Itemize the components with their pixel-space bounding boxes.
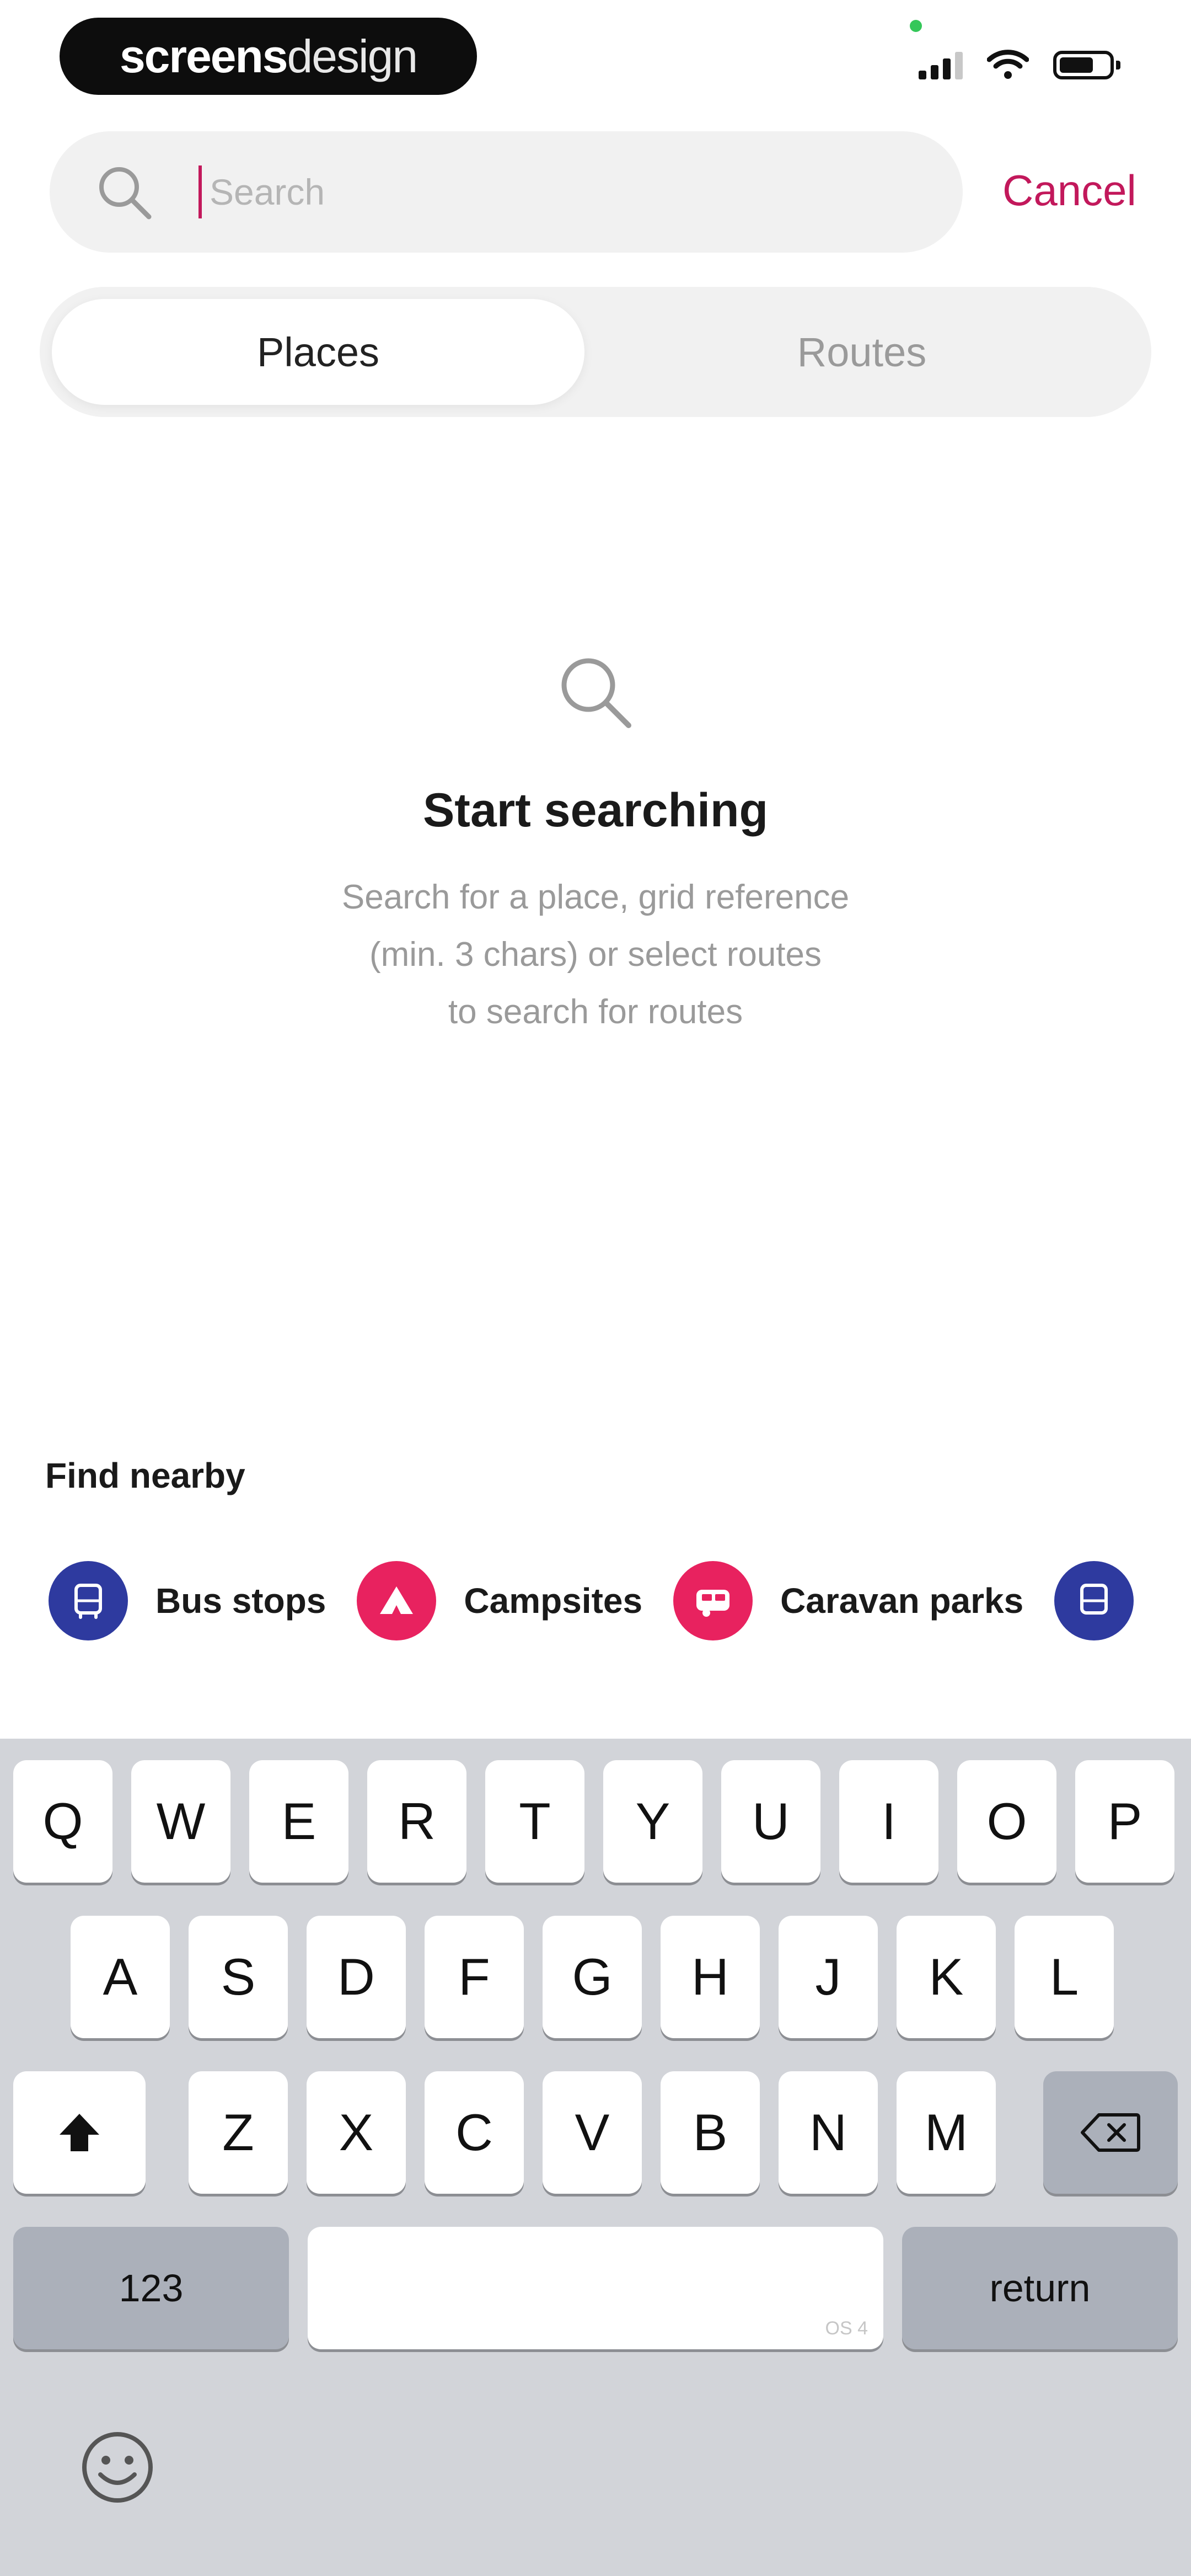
key-t[interactable]: T	[485, 1760, 584, 1883]
search-bar[interactable]	[50, 131, 963, 253]
search-screen: screensdesign Cancel Places Routes	[0, 0, 1191, 2576]
empty-state-line-2: (min. 3 chars) or select routes	[369, 936, 822, 974]
shift-arrow-icon	[60, 2114, 99, 2151]
places-routes-toggle: Places Routes	[40, 287, 1151, 417]
chip-label: Bus stops	[155, 1581, 326, 1621]
find-nearby-heading: Find nearby	[45, 1456, 245, 1495]
chip-more[interactable]	[1054, 1561, 1134, 1640]
battery-icon	[1053, 51, 1120, 79]
tab-routes[interactable]: Routes	[584, 299, 1139, 405]
key-r[interactable]: R	[367, 1760, 466, 1883]
emoji-icon[interactable]	[76, 2426, 159, 2509]
keyboard-row-1: Q W E R T Y U I O P	[0, 1760, 1191, 1883]
key-e[interactable]: E	[249, 1760, 348, 1883]
key-n[interactable]: N	[779, 2071, 878, 2194]
tab-places[interactable]: Places	[52, 299, 584, 405]
key-y[interactable]: Y	[603, 1760, 702, 1883]
chip-label: Caravan parks	[780, 1581, 1024, 1621]
shift-key[interactable]	[13, 2071, 146, 2194]
space-key-hint: OS 4	[825, 2318, 868, 2339]
key-w[interactable]: W	[131, 1760, 230, 1883]
key-h[interactable]: H	[661, 1916, 760, 2038]
empty-state-line-3: to search for routes	[448, 993, 743, 1031]
return-key[interactable]: return	[902, 2227, 1178, 2349]
key-m[interactable]: M	[897, 2071, 996, 2194]
keyboard-row-3: Z X C V B N M	[0, 2071, 1191, 2194]
bus-icon	[49, 1561, 128, 1640]
key-c[interactable]: C	[425, 2071, 524, 2194]
key-z[interactable]: Z	[189, 2071, 288, 2194]
empty-state-line-1: Search for a place, grid reference	[341, 878, 850, 916]
numbers-key[interactable]: 123	[13, 2227, 289, 2349]
keyboard-row-4: 123 OS 4 return	[0, 2227, 1191, 2349]
empty-state: Start searching Search for a place, grid…	[0, 651, 1191, 1041]
wifi-icon	[987, 50, 1029, 79]
screensdesign-logo: screens design	[60, 18, 477, 95]
search-input[interactable]	[210, 171, 871, 213]
magnifier-icon	[561, 658, 631, 728]
key-u[interactable]: U	[721, 1760, 820, 1883]
empty-state-title: Start searching	[422, 784, 769, 837]
backspace-icon	[1081, 2113, 1140, 2152]
space-key[interactable]: OS 4	[308, 2227, 883, 2349]
chip-label: Campsites	[464, 1581, 643, 1621]
chip-caravan-parks[interactable]: Caravan parks	[673, 1561, 1023, 1640]
key-p[interactable]: P	[1075, 1760, 1174, 1883]
key-v[interactable]: V	[543, 2071, 642, 2194]
status-icons	[919, 49, 1120, 79]
chip-campsites[interactable]: Campsites	[357, 1561, 642, 1640]
key-k[interactable]: K	[897, 1916, 996, 2038]
keyboard-row-2: A S D F G H J K L	[0, 1916, 1191, 2038]
key-b[interactable]: B	[661, 2071, 760, 2194]
camera-indicator-dot	[910, 20, 922, 32]
backspace-key[interactable]	[1043, 2071, 1178, 2194]
key-j[interactable]: J	[779, 1916, 878, 2038]
onscreen-keyboard: Q W E R T Y U I O P A S D F G H J K L Z …	[0, 1739, 1191, 2576]
bus-icon	[1054, 1561, 1134, 1640]
cellular-signal-icon	[919, 51, 963, 79]
key-l[interactable]: L	[1015, 1916, 1114, 2038]
key-f[interactable]: F	[425, 1916, 524, 2038]
chip-bus-stops[interactable]: Bus stops	[49, 1561, 326, 1640]
text-cursor	[198, 165, 202, 218]
key-d[interactable]: D	[307, 1916, 406, 2038]
key-q[interactable]: Q	[13, 1760, 112, 1883]
key-x[interactable]: X	[307, 2071, 406, 2194]
caravan-icon	[673, 1561, 753, 1640]
search-icon	[99, 167, 152, 220]
logo-text-screens: screens	[119, 30, 288, 82]
key-s[interactable]: S	[189, 1916, 288, 2038]
key-i[interactable]: I	[839, 1760, 938, 1883]
key-a[interactable]: A	[71, 1916, 170, 2038]
cancel-button[interactable]: Cancel	[1002, 165, 1136, 216]
tent-icon	[357, 1561, 437, 1640]
nearby-chips: Bus stops Campsites Caravan parks	[49, 1560, 1165, 1642]
empty-state-description: Search for a place, grid reference (min.…	[0, 869, 1191, 1041]
key-g[interactable]: G	[543, 1916, 642, 2038]
logo-text-design: design	[287, 30, 419, 82]
key-o[interactable]: O	[957, 1760, 1056, 1883]
